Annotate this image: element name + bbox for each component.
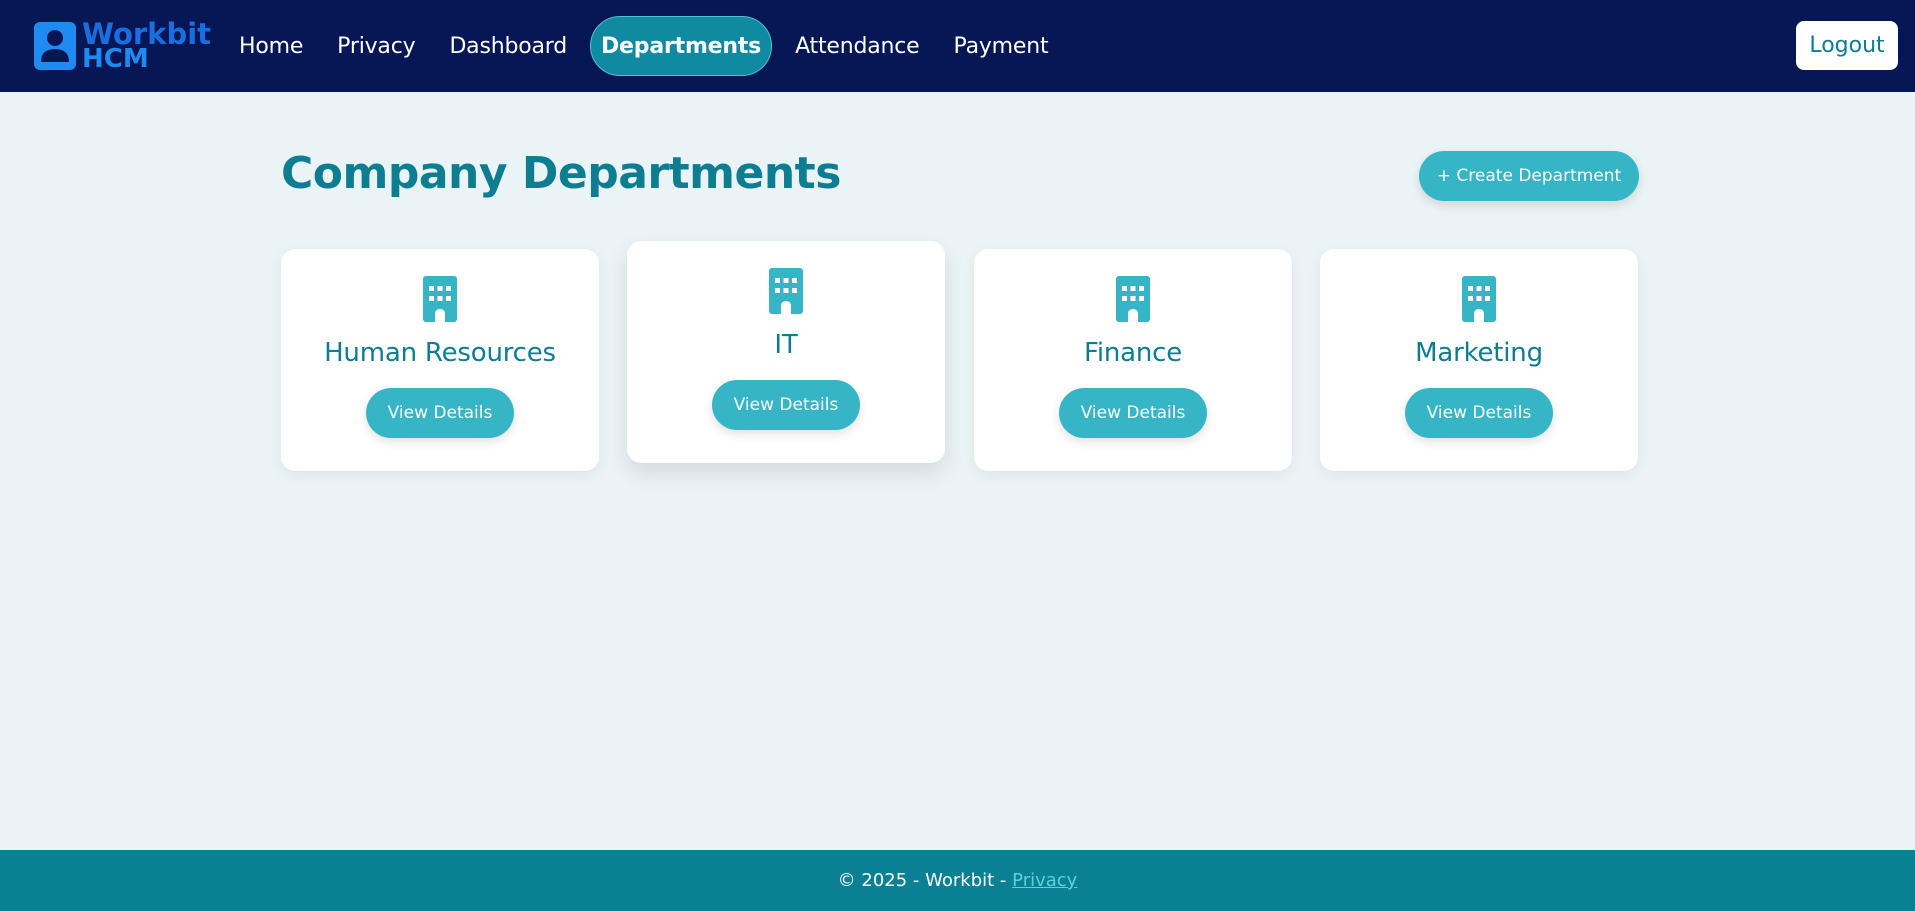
- footer-privacy-link[interactable]: Privacy: [1012, 870, 1077, 891]
- main-nav: Home Privacy Dashboard Departments Atten…: [222, 16, 1065, 76]
- department-name: IT: [774, 330, 798, 360]
- view-details-button[interactable]: View Details: [1058, 388, 1208, 438]
- create-department-button[interactable]: + Create Department: [1419, 151, 1639, 201]
- nav-item-departments[interactable]: Departments: [590, 16, 773, 76]
- page-title: Company Departments: [281, 148, 841, 199]
- brand-name: Workbit HCM: [82, 20, 211, 74]
- building-icon: [1116, 276, 1150, 322]
- nav-item-privacy[interactable]: Privacy: [320, 16, 432, 76]
- department-card-it: IT View Details: [627, 241, 945, 463]
- view-details-button[interactable]: View Details: [1404, 388, 1554, 438]
- view-details-button[interactable]: View Details: [711, 380, 861, 430]
- building-icon: [769, 268, 803, 314]
- department-name: Human Resources: [324, 338, 556, 368]
- logout-button[interactable]: Logout: [1796, 21, 1898, 70]
- brand-logo-link[interactable]: Workbit HCM: [34, 18, 211, 74]
- page-footer: © 2025 - Workbit - Privacy: [0, 850, 1915, 911]
- user-badge-icon: [34, 22, 76, 70]
- building-icon: [423, 276, 457, 322]
- nav-item-attendance[interactable]: Attendance: [778, 16, 936, 76]
- department-card-human-resources: Human Resources View Details: [281, 249, 599, 471]
- nav-item-payment[interactable]: Payment: [936, 16, 1065, 76]
- brand-name-line2: HCM: [82, 44, 149, 74]
- building-icon: [1462, 276, 1496, 322]
- top-navbar: Workbit HCM Home Privacy Dashboard Depar…: [0, 0, 1915, 92]
- department-card-finance: Finance View Details: [974, 249, 1292, 471]
- footer-copyright: © 2025 - Workbit -: [837, 870, 1007, 891]
- department-name: Finance: [1083, 338, 1183, 368]
- department-card-marketing: Marketing View Details: [1320, 249, 1638, 471]
- department-name: Marketing: [1415, 338, 1543, 368]
- nav-item-dashboard[interactable]: Dashboard: [432, 16, 584, 76]
- view-details-button[interactable]: View Details: [365, 388, 515, 438]
- nav-item-home[interactable]: Home: [222, 16, 320, 76]
